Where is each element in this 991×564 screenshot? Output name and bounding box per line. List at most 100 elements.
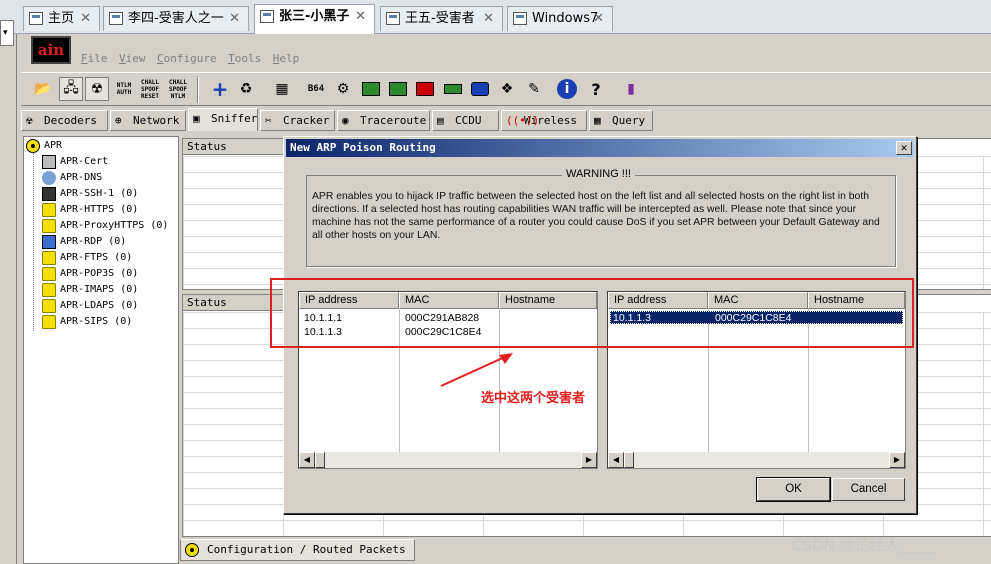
toolbar: 📂 🖧 ☢ NTLM AUTH CHALL SPOOF RESET CHALL … <box>21 72 991 106</box>
close-icon[interactable]: ✕ <box>483 7 494 31</box>
vm-icon <box>513 12 527 25</box>
rdp-icon <box>42 235 56 249</box>
tree-item-apr-proxyhttps[interactable]: APR-ProxyHTTPS (0) <box>42 218 168 234</box>
certificate-icon[interactable]: ▦ <box>270 77 294 101</box>
scroll-right-icon[interactable]: ▶ <box>889 452 905 468</box>
vm-tab-label: 主页 <box>48 11 75 26</box>
menu-tools[interactable]: Tools <box>228 52 261 65</box>
vpn-decoder-icon[interactable] <box>386 77 410 101</box>
vm-tab-wangwu[interactable]: 王五-受害者 ✕ <box>380 6 503 31</box>
scroll-right-icon[interactable]: ▶ <box>581 452 597 468</box>
tree-item-apr-ldaps[interactable]: APR-LDAPS (0) <box>42 298 138 314</box>
cancel-button[interactable]: Cancel <box>832 478 905 501</box>
info-icon[interactable]: i <box>557 79 577 99</box>
lock-icon <box>42 299 56 313</box>
ccdu-icon: ▤ <box>437 114 444 127</box>
tree-item-apr-cert[interactable]: APR-Cert <box>42 154 108 170</box>
close-icon[interactable]: ✕ <box>80 7 91 31</box>
hash-calculator-icon[interactable]: ⚙ <box>331 77 355 101</box>
vm-tab-label: 张三-小黑子 <box>279 9 350 24</box>
tree-item-apr-rdp[interactable]: APR-RDP (0) <box>42 234 126 250</box>
chall-spoof-ntlm-icon[interactable]: CHALL SPOOF NTLM <box>166 77 190 101</box>
annotation-arrow-icon <box>440 353 513 387</box>
lock-icon <box>42 267 56 281</box>
lock-icon <box>42 283 56 297</box>
vm-icon <box>386 12 400 25</box>
dialog-title: New ARP Poison Routing <box>290 141 436 154</box>
tree-item-apr-ssh[interactable]: APR-SSH-1 (0) <box>42 186 138 202</box>
dns-icon <box>42 171 56 185</box>
wireless-icon[interactable]: ❖ <box>495 77 519 101</box>
close-icon[interactable]: ✕ <box>355 5 366 29</box>
lock-icon <box>42 315 56 329</box>
vm-tab-windows7[interactable]: Windows7 ✕ <box>507 6 613 31</box>
sniffer-icon: ▣ <box>193 112 200 125</box>
lsa-secrets-icon[interactable] <box>359 77 383 101</box>
vm-icon <box>260 10 274 23</box>
vm-icon <box>109 12 123 25</box>
open-folder-icon[interactable]: 📂 <box>31 77 55 101</box>
menu-help[interactable]: Help <box>273 52 300 65</box>
tab-ccdu[interactable]: ▤ CCDU <box>432 110 499 131</box>
ntlm-auth-icon[interactable]: NTLM AUTH <box>112 77 136 101</box>
ok-button[interactable]: OK <box>756 477 831 502</box>
rdp-icon[interactable] <box>413 77 437 101</box>
apr-start-icon[interactable]: ☢ <box>85 77 109 101</box>
tab-decoders[interactable]: ☢ Decoders <box>21 110 108 131</box>
tab-wireless[interactable]: ((•)) Wireless <box>501 110 587 131</box>
menu-view[interactable]: View <box>119 52 146 65</box>
scroll-left-icon[interactable]: ◀ <box>608 452 624 468</box>
vm-tab-label: Windows7 <box>532 11 599 26</box>
wireless-icon: ((•)) <box>506 114 540 127</box>
scroll-thumb[interactable] <box>624 452 634 468</box>
tab-cracker[interactable]: ✂ Cracker <box>260 110 335 131</box>
tree-item-apr-ftps[interactable]: APR-FTPS (0) <box>42 250 132 266</box>
vm-tab-zhangsan[interactable]: 张三-小黑子 ✕ <box>254 4 375 34</box>
vm-tab-lisi[interactable]: 李四-受害人之一 ✕ <box>103 6 249 31</box>
column-header-status[interactable]: Status <box>183 139 285 155</box>
menu-configure[interactable]: Configure <box>157 52 217 65</box>
scroll-thumb[interactable] <box>315 452 325 468</box>
horizontal-scrollbar[interactable]: ◀ ▶ <box>299 452 597 468</box>
tab-sniffer[interactable]: ▣ Sniffer <box>188 108 258 131</box>
close-icon[interactable]: ✕ <box>593 7 604 31</box>
chall-spoof-reset-icon[interactable]: CHALL SPOOF RESET <box>138 77 162 101</box>
tree-item-apr-pop3s[interactable]: APR-POP3S (0) <box>42 266 138 282</box>
network-icon: ⊕ <box>115 114 122 127</box>
tree-item-apr[interactable]: APR <box>26 138 62 154</box>
vm-library-combo[interactable]: ▾ <box>0 20 14 46</box>
exit-icon[interactable]: ▮ <box>619 77 643 101</box>
recycle-bin-icon[interactable]: ♻ <box>234 77 258 101</box>
vm-tab-label: 李四-受害人之一 <box>128 11 224 26</box>
key-icon[interactable]: ✎ <box>522 77 546 101</box>
tab-configuration-routed-packets[interactable]: Configuration / Routed Packets <box>180 539 415 561</box>
dialog-title-bar: New ARP Poison Routing ✕ <box>286 139 914 157</box>
vm-tab-home[interactable]: 主页 ✕ <box>23 6 100 31</box>
add-icon[interactable]: + <box>208 77 232 101</box>
tab-query[interactable]: ▦ Query <box>589 110 653 131</box>
tree-item-apr-https[interactable]: APR-HTTPS (0) <box>42 202 138 218</box>
apr-tree: APR APR-Cert APR-DNS APR-SSH-1 (0) APR-H… <box>23 136 179 564</box>
vm-tab-strip: 主页 ✕ 李四-受害人之一 ✕ 张三-小黑子 ✕ 王五-受害者 ✕ Window… <box>0 0 991 34</box>
terminal-icon[interactable] <box>468 77 492 101</box>
menu-file[interactable]: File <box>81 52 108 65</box>
close-icon[interactable]: ✕ <box>229 7 240 31</box>
tree-connector <box>33 153 34 331</box>
base64-icon[interactable]: B64 <box>304 77 328 101</box>
help-icon[interactable]: ? <box>584 77 608 101</box>
close-icon[interactable]: ✕ <box>896 141 912 155</box>
cracker-icon: ✂ <box>265 114 272 127</box>
tab-traceroute[interactable]: ◉ Traceroute <box>337 110 430 131</box>
tab-network[interactable]: ⊕ Network <box>110 110 186 131</box>
globe-icon: ◉ <box>342 114 349 127</box>
network-card-icon[interactable] <box>441 77 465 101</box>
scroll-left-icon[interactable]: ◀ <box>299 452 315 468</box>
warning-text: APR enables you to hijack IP traffic bet… <box>312 191 880 241</box>
tree-item-apr-sips[interactable]: APR-SIPS (0) <box>42 314 132 330</box>
lock-icon <box>42 219 56 233</box>
sniffer-start-icon[interactable]: 🖧 <box>59 77 83 101</box>
warning-label: WARNING !!! <box>562 168 635 180</box>
tree-item-apr-imaps[interactable]: APR-IMAPS (0) <box>42 282 138 298</box>
horizontal-scrollbar[interactable]: ◀ ▶ <box>608 452 905 468</box>
tree-item-apr-dns[interactable]: APR-DNS <box>42 170 102 186</box>
